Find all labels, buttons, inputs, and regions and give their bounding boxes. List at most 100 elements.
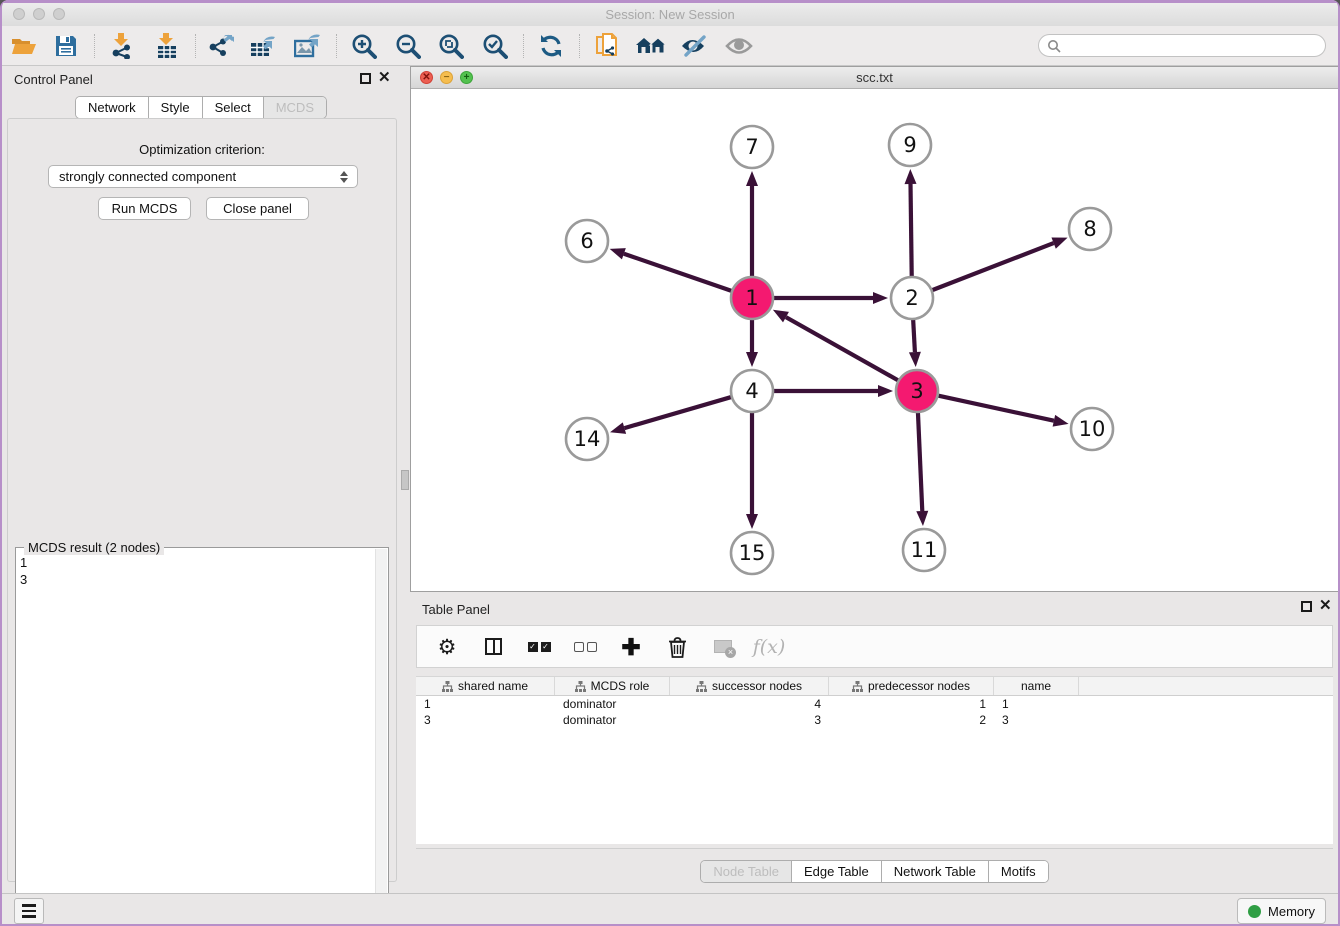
- node-label-15: 15: [739, 541, 766, 565]
- edge-3-1[interactable]: [786, 317, 900, 382]
- zoom-fit-icon[interactable]: [434, 31, 468, 61]
- table-cell[interactable]: 3: [416, 712, 555, 728]
- edge-arrowhead: [1053, 415, 1069, 427]
- edge-2-8[interactable]: [930, 243, 1054, 291]
- tab-mcds[interactable]: MCDS: [264, 97, 326, 118]
- tab-node-table[interactable]: Node Table: [701, 861, 792, 882]
- tab-edge-table[interactable]: Edge Table: [792, 861, 882, 882]
- column-manager-icon[interactable]: [481, 635, 505, 659]
- column-header-shared-name[interactable]: shared name: [416, 677, 555, 695]
- open-session-icon[interactable]: [7, 31, 41, 61]
- close-table-panel-icon[interactable]: ✕: [1319, 596, 1332, 614]
- mcds-result-text: 1 3: [20, 554, 27, 588]
- table-cell[interactable]: 3: [994, 712, 1079, 728]
- mcds-result-title: MCDS result (2 nodes): [24, 540, 164, 555]
- hierarchy-icon: [696, 681, 707, 692]
- column-header-MCDS-role[interactable]: MCDS role: [555, 677, 670, 695]
- mcds-result-box: MCDS result (2 nodes) 1 3: [15, 547, 389, 926]
- table-cell[interactable]: 1: [416, 696, 555, 712]
- export-table-icon[interactable]: [247, 31, 281, 61]
- node-label-4: 4: [745, 379, 758, 403]
- run-mcds-button[interactable]: Run MCDS: [98, 197, 191, 220]
- table-body[interactable]: 1dominator4113dominator323: [416, 696, 1333, 844]
- delete-column-icon[interactable]: [665, 635, 689, 659]
- status-menu-button[interactable]: [14, 898, 44, 924]
- tab-network[interactable]: Network: [76, 97, 149, 118]
- table-cell[interactable]: dominator: [555, 712, 670, 728]
- optimization-criterion-label: Optimization criterion:: [8, 142, 396, 157]
- delete-table-icon[interactable]: [711, 635, 735, 659]
- table-row[interactable]: 1dominator411: [416, 696, 1333, 712]
- table-settings-icon[interactable]: ⚙: [435, 635, 459, 659]
- table-cell[interactable]: 4: [670, 696, 829, 712]
- table-cell[interactable]: 3: [670, 712, 829, 728]
- toolbar-separator: [195, 34, 196, 58]
- edge-2-9[interactable]: [911, 184, 912, 279]
- import-table-icon[interactable]: [150, 31, 184, 61]
- close-panel-button[interactable]: Close panel: [206, 197, 309, 220]
- table-header-row[interactable]: shared nameMCDS rolesuccessor nodesprede…: [416, 676, 1333, 696]
- edge-3-11[interactable]: [918, 410, 922, 511]
- tab-select[interactable]: Select: [203, 97, 264, 118]
- deselect-all-columns-icon[interactable]: [573, 635, 597, 659]
- clone-network-icon[interactable]: [590, 31, 624, 61]
- import-network-icon[interactable]: [105, 31, 139, 61]
- table-panel: Table Panel ✕ ⚙ ✓✓ ✚ f(x) shared nameMCD…: [410, 596, 1339, 890]
- edge-arrowhead: [773, 310, 789, 323]
- node-label-7: 7: [745, 135, 758, 159]
- edge-arrowhead: [610, 248, 626, 259]
- search-field[interactable]: [1038, 34, 1326, 57]
- network-window-titlebar[interactable]: ✕ − + scc.txt: [411, 67, 1338, 89]
- memory-button[interactable]: Memory: [1237, 898, 1326, 924]
- tab-motifs[interactable]: Motifs: [989, 861, 1048, 882]
- home-views-icon[interactable]: [634, 31, 668, 61]
- network-vertical-scrollbar[interactable]: [401, 470, 409, 490]
- node-label-11: 11: [911, 538, 938, 562]
- table-row[interactable]: 3dominator323: [416, 712, 1333, 728]
- float-panel-icon[interactable]: [360, 73, 371, 84]
- optimization-criterion-select[interactable]: strongly connected component: [48, 165, 358, 188]
- memory-label: Memory: [1268, 904, 1315, 919]
- refresh-layout-icon[interactable]: [534, 31, 568, 61]
- float-table-panel-icon[interactable]: [1301, 601, 1312, 612]
- edge-arrowhead: [610, 422, 626, 434]
- node-label-3: 3: [910, 379, 923, 403]
- edge-2-3[interactable]: [913, 317, 915, 352]
- add-column-icon[interactable]: ✚: [619, 635, 643, 659]
- hierarchy-icon: [575, 681, 586, 692]
- table-cell[interactable]: 1: [829, 696, 994, 712]
- table-cell[interactable]: 2: [829, 712, 994, 728]
- column-header-name[interactable]: name: [994, 677, 1079, 695]
- column-header-predecessor-nodes[interactable]: predecessor nodes: [829, 677, 994, 695]
- edge-arrowhead: [905, 169, 917, 184]
- tab-style[interactable]: Style: [149, 97, 203, 118]
- edge-1-6[interactable]: [624, 254, 734, 292]
- export-image-icon[interactable]: [291, 31, 325, 61]
- result-scrollbar[interactable]: [375, 549, 387, 924]
- save-session-icon[interactable]: [49, 31, 83, 61]
- toolbar-separator: [336, 34, 337, 58]
- hide-selected-icon[interactable]: [677, 31, 711, 61]
- zoom-in-icon[interactable]: [347, 31, 381, 61]
- show-all-icon[interactable]: [722, 31, 756, 61]
- node-label-8: 8: [1083, 217, 1096, 241]
- select-all-columns-icon[interactable]: ✓✓: [527, 635, 551, 659]
- zoom-out-icon[interactable]: [391, 31, 425, 61]
- function-builder-icon[interactable]: f(x): [757, 635, 781, 659]
- tab-network-table[interactable]: Network Table: [882, 861, 989, 882]
- table-cell[interactable]: 1: [994, 696, 1079, 712]
- edge-3-10[interactable]: [936, 395, 1054, 421]
- export-network-icon[interactable]: [204, 31, 238, 61]
- table-panel-tabs: Node TableEdge TableNetwork TableMotifs: [410, 860, 1339, 883]
- edge-arrowhead: [746, 171, 758, 186]
- table-panel-title: Table Panel: [422, 602, 490, 617]
- search-input[interactable]: [1061, 38, 1325, 54]
- network-canvas[interactable]: 7968124314101511: [411, 89, 1338, 591]
- edge-4-14[interactable]: [624, 396, 733, 428]
- table-cell[interactable]: dominator: [555, 696, 670, 712]
- column-header-successor-nodes[interactable]: successor nodes: [670, 677, 829, 695]
- zoom-selected-icon[interactable]: [478, 31, 512, 61]
- close-panel-icon[interactable]: ✕: [378, 68, 391, 86]
- edge-arrowhead: [878, 385, 893, 397]
- main-toolbar: [2, 26, 1338, 66]
